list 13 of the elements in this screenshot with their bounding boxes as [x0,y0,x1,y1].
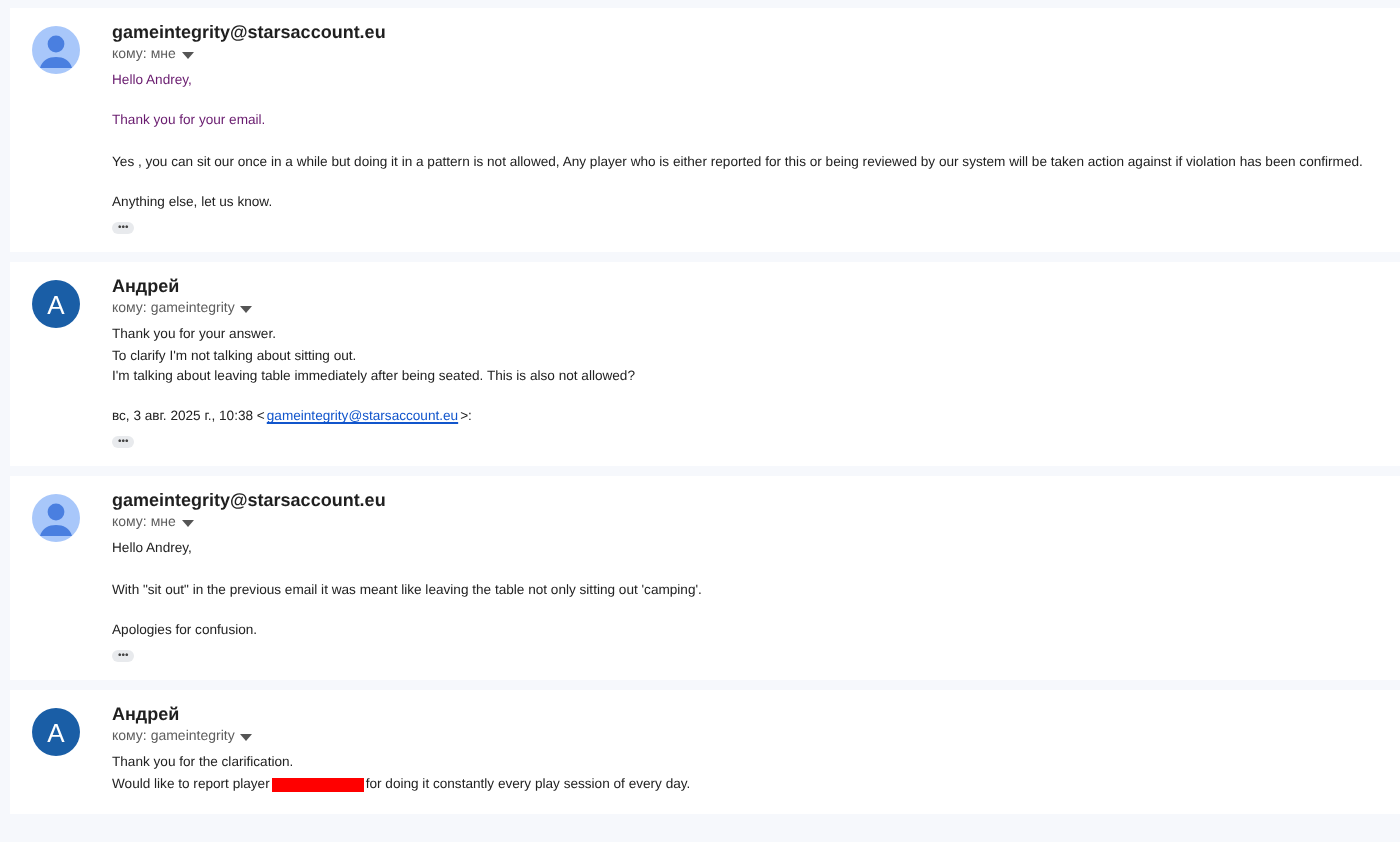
sender-name: Андрей [112,274,180,299]
caret-icon[interactable] [181,519,194,528]
avatar: A [32,280,80,329]
avatar: A [32,708,80,757]
caret-icon[interactable] [240,733,253,742]
sender-name: Андрей [112,702,180,727]
sender-name: gameintegrity@starsaccount.eu [112,20,386,44]
caret-icon[interactable] [240,305,253,314]
avatar [32,494,80,543]
avatar [32,26,80,74]
caret-icon[interactable] [181,51,194,59]
redaction-bar [271,778,364,793]
sender-name: gameintegrity@starsaccount.eu [112,488,386,513]
